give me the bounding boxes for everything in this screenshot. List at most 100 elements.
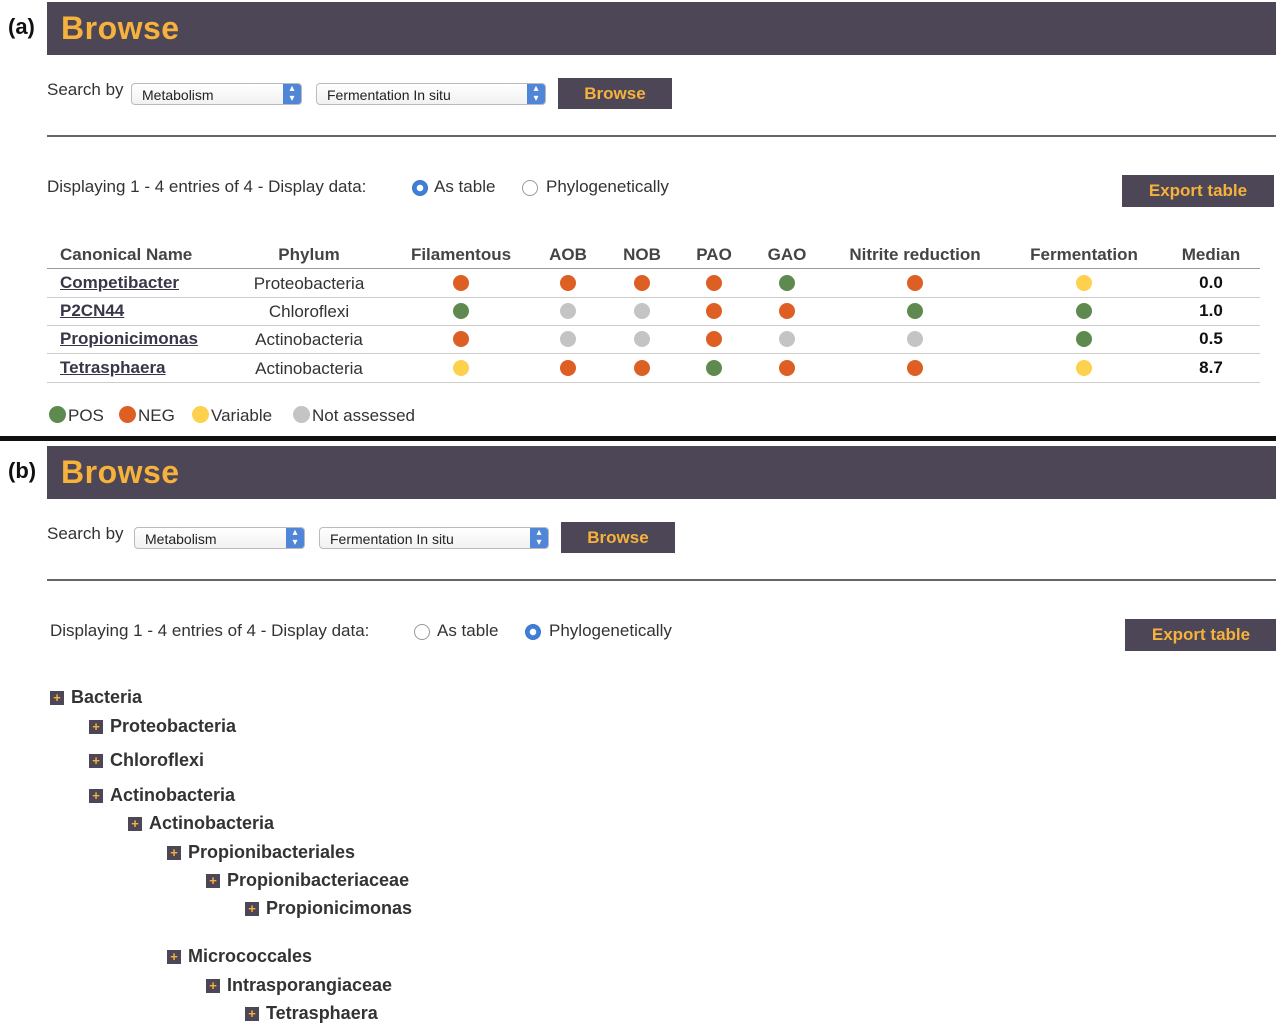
page-title: Browse — [61, 10, 180, 46]
trait-status-dot — [634, 303, 650, 319]
browse-button[interactable]: Browse — [558, 78, 672, 109]
trait-status-dot — [634, 275, 650, 291]
median-cell: 8.7 — [1199, 358, 1223, 377]
page-header: Browse — [47, 2, 1276, 55]
legend-label: POS — [68, 406, 104, 425]
expand-plus-icon[interactable]: + — [206, 979, 220, 993]
radio-as-table[interactable] — [412, 180, 428, 196]
trait-status-dot — [779, 275, 795, 291]
radio-phylogenetically-label[interactable]: Phylogenetically — [549, 621, 672, 641]
expand-plus-icon[interactable]: + — [50, 691, 64, 705]
trait-status-dot — [907, 303, 923, 319]
expand-plus-icon[interactable]: + — [206, 874, 220, 888]
median-cell: 1.0 — [1199, 301, 1223, 320]
column-header[interactable]: Phylum — [278, 245, 339, 265]
phylum-cell: Actinobacteria — [255, 359, 363, 378]
row-divider — [47, 353, 1260, 354]
select-arrows-icon: ▴ ▾ — [530, 528, 548, 548]
column-header[interactable]: Median — [1182, 245, 1241, 265]
radio-phylogenetically[interactable] — [522, 180, 538, 196]
divider — [47, 135, 1276, 137]
tree-node[interactable]: + Intrasporangiaceae — [206, 975, 392, 996]
display-status: Displaying 1 - 4 entries of 4 - Display … — [47, 177, 367, 196]
export-table-button[interactable]: Export table — [1125, 619, 1276, 651]
radio-phylogenetically-label[interactable]: Phylogenetically — [546, 177, 669, 197]
legend-label: NEG — [138, 406, 175, 425]
trait-status-dot — [706, 360, 722, 376]
expand-plus-icon[interactable]: + — [245, 902, 259, 916]
radio-as-table[interactable] — [414, 624, 430, 640]
column-header[interactable]: Fermentation — [1030, 245, 1138, 265]
browse-button[interactable]: Browse — [561, 522, 675, 553]
tree-node-label: Propionibacteriaceae — [227, 870, 410, 890]
legend-label: Variable — [211, 406, 273, 425]
expand-plus-icon[interactable]: + — [89, 754, 103, 768]
column-header[interactable]: Canonical Name — [60, 245, 192, 265]
search-by-label: Search by — [47, 524, 124, 543]
column-header[interactable]: AOB — [549, 245, 587, 265]
export-table-button[interactable]: Export table — [1122, 175, 1274, 207]
tree-node[interactable]: + Chloroflexi — [89, 750, 204, 771]
expand-plus-icon[interactable]: + — [245, 1007, 259, 1021]
trait-status-dot — [453, 360, 469, 376]
expand-plus-icon[interactable]: + — [167, 846, 181, 860]
tree-node-label: Intrasporangiaceae — [227, 975, 393, 995]
trait-status-dot — [706, 331, 722, 347]
legend-dot-icon — [119, 406, 136, 423]
column-header[interactable]: Filamentous — [411, 245, 511, 265]
column-header[interactable]: GAO — [768, 245, 807, 265]
radio-as-table-label[interactable]: As table — [437, 621, 498, 641]
tree-node[interactable]: + Bacteria — [50, 687, 142, 708]
display-status: Displaying 1 - 4 entries of 4 - Display … — [50, 621, 370, 640]
organism-link[interactable]: Tetrasphaera — [60, 358, 166, 378]
trait-status-dot — [560, 331, 576, 347]
panel-label: (b) — [8, 458, 37, 483]
expand-plus-icon[interactable]: + — [89, 720, 103, 734]
subcategory-select[interactable]: Fermentation In situ ▴ ▾ — [316, 83, 546, 105]
page-header: Browse — [47, 446, 1276, 499]
trait-status-dot — [1076, 275, 1092, 291]
tree-node[interactable]: + Actinobacteria — [128, 813, 274, 834]
expand-plus-icon[interactable]: + — [128, 817, 142, 831]
trait-status-dot — [706, 275, 722, 291]
column-header[interactable]: PAO — [696, 245, 732, 265]
trait-status-dot — [779, 303, 795, 319]
trait-status-dot — [907, 360, 923, 376]
panel-divider — [0, 436, 1276, 441]
tree-node-label: Chloroflexi — [110, 750, 205, 770]
organism-link[interactable]: Propionicimonas — [60, 329, 198, 349]
expand-plus-icon[interactable]: + — [167, 950, 181, 964]
tree-node[interactable]: + Actinobacteria — [89, 785, 235, 806]
trait-status-dot — [1076, 331, 1092, 347]
tree-node[interactable]: + Micrococcales — [167, 946, 312, 967]
organism-link[interactable]: Competibacter — [60, 273, 179, 293]
tree-node-label: Actinobacteria — [110, 785, 236, 805]
subcategory-select-value: Fermentation In situ — [327, 87, 451, 103]
row-divider — [47, 382, 1260, 383]
column-header[interactable]: NOB — [623, 245, 661, 265]
column-header[interactable]: Nitrite reduction — [849, 245, 980, 265]
radio-phylogenetically[interactable] — [525, 624, 541, 640]
category-select-value: Metabolism — [145, 531, 217, 547]
panel-label: (a) — [8, 14, 35, 39]
tree-node-label: Propionicimonas — [266, 898, 413, 918]
tree-node[interactable]: + Propionicimonas — [245, 898, 412, 919]
tree-node[interactable]: + Propionibacteriales — [167, 842, 355, 863]
trait-status-dot — [453, 303, 469, 319]
trait-status-dot — [634, 331, 650, 347]
tree-node[interactable]: + Tetrasphaera — [245, 1003, 378, 1024]
tree-node[interactable]: + Propionibacteriaceae — [206, 870, 409, 891]
trait-status-dot — [907, 275, 923, 291]
legend-dot-icon — [192, 406, 209, 423]
legend-item: POS — [49, 406, 104, 426]
category-select[interactable]: Metabolism ▴ ▾ — [134, 527, 305, 549]
row-divider — [47, 297, 1260, 298]
organism-link[interactable]: P2CN44 — [60, 301, 124, 321]
radio-as-table-label[interactable]: As table — [434, 177, 495, 197]
page-title: Browse — [61, 454, 180, 490]
tree-node[interactable]: + Proteobacteria — [89, 716, 236, 737]
subcategory-select[interactable]: Fermentation In situ ▴ ▾ — [319, 527, 549, 549]
category-select[interactable]: Metabolism ▴ ▾ — [131, 83, 302, 105]
median-cell: 0.0 — [1199, 273, 1223, 292]
expand-plus-icon[interactable]: + — [89, 789, 103, 803]
